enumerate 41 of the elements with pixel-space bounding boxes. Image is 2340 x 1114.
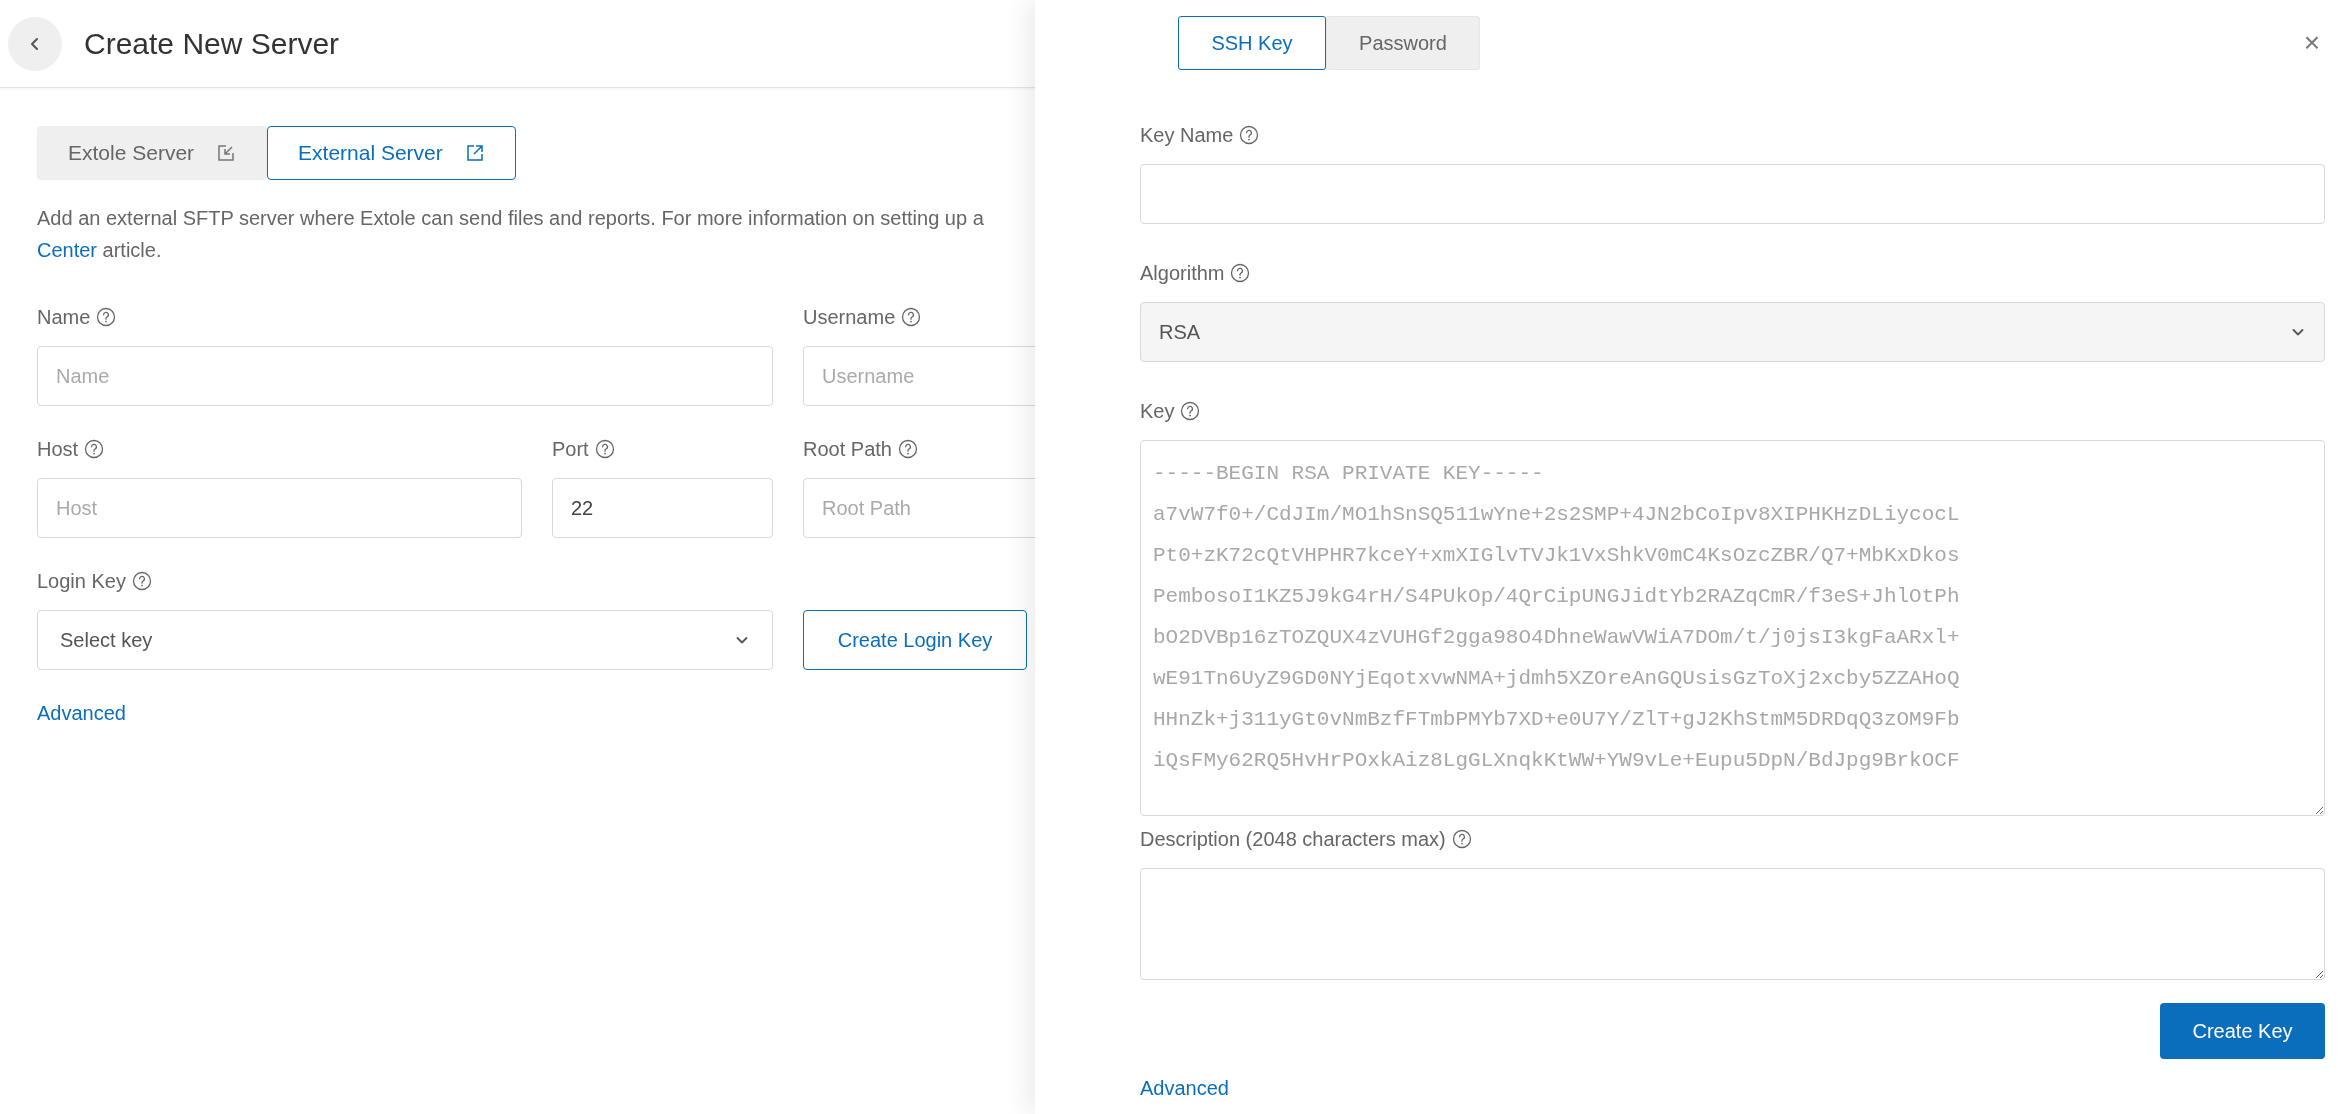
description-textarea[interactable]: [1140, 868, 2325, 980]
external-link-icon: [464, 143, 485, 163]
advanced-link[interactable]: Advanced: [37, 698, 126, 728]
field-label: Key Name: [1140, 123, 1234, 148]
create-key-button[interactable]: Create Key: [2160, 1003, 2325, 1059]
auth-tab[interactable]: Password: [1326, 16, 1480, 70]
help-icon: [1239, 125, 1260, 145]
field-label: Description (2048 characters max): [1140, 827, 1446, 852]
help-icon: [96, 307, 117, 327]
field-label: Host: [37, 437, 79, 462]
field-label: Algorithm: [1140, 261, 1225, 286]
field-label: Key: [1140, 399, 1175, 424]
key-textarea[interactable]: -----BEGIN RSA PRIVATE KEY----- a7vW7f0+/CdJIm/MO1hSnSQ511wYne+2s2SMP+4JN2bCoIpv8XIPHKHzDLiycocL Pt0+zK72cQtVHPHR7kceY+xmXIGlvTVJk1VxShkV0mC4KsOzcZBR/Q7+MbKxDkos PembosoI1KZ5J9kG4rH/S4PUkOp/4QrCipUNGJidtYb2RAZqCmR/f3eS+JhlOtPh bO2DVBp16zTOZQUX4zVUHGf2gga98O4DhneWawVWiA7DOm/t/j0jsI3kgFaARxl+ wE91Tn6UyZ9GD0NYjEqotxvwNMA+jdmh5XZOreAnGQUsisGzToXj2xcby5ZZAHoQ HHnZk+j311yGt0vNmBzfFTmbPMYb7XD+e0U7Y/ZlT+gJ2KhStmM5DRDqQ3zOM9Fb iQsFMy62RQ5HvHrPOxkAiz8LgGLXnqkKtWW+YW9vLe+Eupu5DpN/BdJpg9BrkOCF: [1140, 440, 2325, 816]
algorithm-select[interactable]: RSA: [1140, 302, 2325, 362]
advanced-link[interactable]: Advanced: [1140, 1077, 1229, 1099]
port-field[interactable]: 22: [552, 478, 773, 538]
server-tab[interactable]: External Server: [267, 126, 516, 180]
field-label: Username: [803, 305, 896, 330]
page-title: Create New Server: [84, 26, 340, 62]
help-icon: [84, 439, 105, 459]
field-label: Root Path: [803, 437, 892, 462]
server-tab[interactable]: Extole Server: [37, 126, 268, 180]
create-login-key-button[interactable]: Create Login Key: [803, 610, 1027, 670]
help-icon: [594, 439, 615, 459]
host-field[interactable]: Host: [37, 478, 522, 538]
key-name-field[interactable]: [1140, 164, 2325, 224]
help-icon: [1451, 829, 1472, 849]
close-button[interactable]: ×: [2297, 29, 2326, 57]
auth-tab[interactable]: SSH Key: [1178, 16, 1326, 70]
help-link[interactable]: Center: [37, 239, 98, 261]
arrow-into-box-icon: [216, 143, 237, 163]
login-key-select[interactable]: Select key: [37, 610, 773, 670]
help-icon: [1230, 263, 1251, 283]
help-icon: [1180, 401, 1201, 421]
field-label: Name: [37, 305, 91, 330]
field-label: Login Key: [37, 569, 126, 594]
name-field[interactable]: Name: [37, 346, 773, 406]
help-icon: [131, 571, 152, 591]
help-icon: [901, 307, 922, 327]
field-label: Port: [552, 437, 589, 462]
help-icon: [897, 439, 918, 459]
